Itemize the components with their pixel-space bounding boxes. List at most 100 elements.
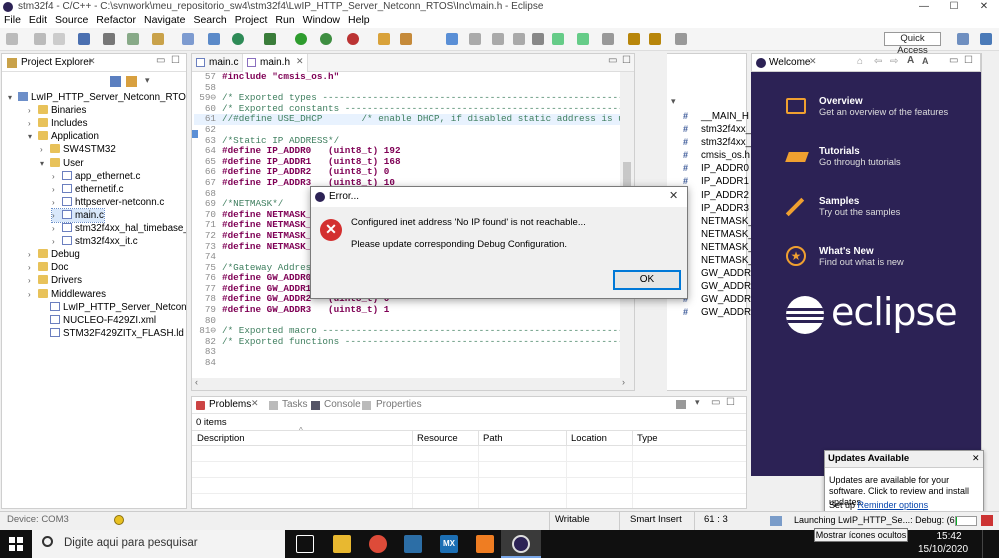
menu-refactor[interactable]: Refactor [92, 14, 140, 27]
minimize-view-icon[interactable]: ▭ [711, 397, 720, 408]
outline-item[interactable]: # stm32f4xx_ [683, 123, 751, 136]
close-window-button[interactable]: ✕ [969, 0, 999, 14]
project-explorer-tab[interactable]: Project Explorer [21, 56, 92, 70]
progress-view-icon[interactable] [770, 516, 782, 526]
run-config-icon[interactable] [320, 33, 332, 45]
search-file-icon[interactable] [400, 33, 412, 45]
tab-console[interactable]: Console [324, 398, 361, 412]
column-type[interactable]: Type [632, 431, 658, 447]
close-tab-icon[interactable]: ✕ [809, 56, 817, 67]
tree-item[interactable]: › Includes [28, 117, 88, 130]
outline-item[interactable]: # IP_ADDR1 [683, 175, 749, 188]
eclipse-taskbar-button[interactable] [501, 530, 541, 558]
updates-close-button[interactable]: ✕ [972, 453, 980, 464]
menu-help[interactable]: Help [344, 14, 374, 27]
new-file-icon[interactable] [208, 33, 220, 45]
tab-main-h[interactable]: main.h ✕ [242, 54, 308, 72]
column-description[interactable]: Description [197, 433, 245, 444]
chrome-icon[interactable] [369, 535, 387, 553]
collapsed-chevron-icon[interactable]: › [28, 274, 38, 287]
forward-arrow-icon[interactable] [675, 33, 687, 45]
new-project-icon[interactable] [152, 33, 164, 45]
tree-item[interactable]: › Doc [28, 261, 68, 274]
menu-search[interactable]: Search [189, 14, 230, 27]
tree-item[interactable]: › Middlewares [28, 288, 106, 301]
cubemx-icon[interactable]: MX [440, 535, 458, 553]
column-location[interactable]: Location [566, 431, 607, 447]
run-icon[interactable] [295, 33, 307, 45]
tree-item[interactable]: › stm32f4xx_hal_timebase_tim.c [52, 222, 186, 235]
tree-item[interactable]: › Drivers [28, 274, 82, 287]
build-all-icon[interactable] [127, 33, 139, 45]
maximize-view-icon[interactable]: ☐ [622, 55, 631, 66]
collapsed-chevron-icon[interactable]: › [28, 248, 38, 261]
outline-item[interactable]: #NETMASK_ [683, 254, 754, 267]
show-desktop-button[interactable] [982, 530, 999, 558]
outline-item[interactable]: #NETMASK_ [683, 215, 754, 228]
reminder-options-link[interactable]: Reminder options [858, 500, 929, 510]
collapsed-chevron-icon[interactable]: › [28, 261, 38, 274]
collapsed-chevron-icon[interactable]: › [28, 104, 38, 117]
dialog-title-bar[interactable]: Error... ✕ [311, 187, 687, 207]
collapsed-chevron-icon[interactable]: › [52, 235, 62, 248]
tree-item[interactable]: › Debug [28, 248, 80, 261]
tree-item[interactable]: STM32F429ZITx_FLASH.ld [40, 327, 184, 340]
clock-date[interactable]: 15/10/2020 [911, 544, 975, 555]
collapsed-chevron-icon[interactable]: › [52, 222, 62, 235]
window-title-bar[interactable]: stm32f4 - C/C++ - C:\svnwork\meu_reposit… [0, 0, 999, 14]
build-settings-icon[interactable] [78, 33, 90, 45]
outline-collapse-icon[interactable]: ▾ [671, 96, 676, 107]
close-tab-icon[interactable]: ✕ [88, 56, 96, 67]
save-icon[interactable] [34, 33, 46, 45]
outline-item[interactable]: # __MAIN_H [683, 110, 749, 123]
back-arrow-icon[interactable] [649, 33, 661, 45]
close-tab-icon[interactable]: ✕ [296, 56, 304, 67]
welcome-tab[interactable]: Welcome [769, 56, 811, 70]
app-icon[interactable] [476, 535, 494, 553]
collapsed-chevron-icon[interactable]: › [52, 170, 62, 183]
menu-project[interactable]: Project [231, 14, 272, 27]
horizontal-scrollbar[interactable]: ‹ › [192, 377, 634, 390]
menu-edit[interactable]: Edit [25, 14, 51, 27]
expanded-chevron-icon[interactable]: ▾ [40, 157, 50, 170]
outline-item[interactable]: # IP_ADDR0 [683, 162, 749, 175]
quick-access-field[interactable]: Quick Access [884, 32, 941, 56]
outline-item[interactable]: # GW_ADDR2 [683, 293, 757, 306]
expanded-chevron-icon[interactable]: ▾ [8, 91, 18, 104]
stm32cubemx-tools-icon[interactable] [404, 535, 422, 553]
tree-item[interactable]: LwIP_HTTP_Server_Netconn_RTOS Debug.laun… [40, 301, 186, 314]
maximize-view-icon[interactable]: ☐ [171, 55, 180, 66]
build-hammer-icon[interactable] [103, 33, 115, 45]
menu-navigate[interactable]: Navigate [140, 14, 189, 27]
cpp-perspective-icon[interactable] [980, 33, 992, 45]
maximize-view-icon[interactable]: ☐ [726, 397, 735, 408]
expanded-chevron-icon[interactable]: ▾ [28, 130, 38, 143]
collapse-all-icon[interactable] [110, 76, 121, 87]
tab-problems[interactable]: Problems [209, 398, 251, 412]
view-menu-icon[interactable]: ▾ [145, 75, 150, 86]
ok-button[interactable]: OK [613, 270, 681, 290]
outline-item[interactable]: #IP_ADDR3 [683, 202, 749, 215]
collapsed-chevron-icon[interactable]: › [52, 196, 62, 209]
tree-item[interactable]: › ethernetif.c [52, 183, 123, 196]
welcome-tutorials[interactable]: Tutorials Go through tutorials [819, 146, 901, 167]
tab-properties[interactable]: Properties [376, 398, 422, 412]
tree-item[interactable]: › main.c [51, 207, 105, 223]
pilcrow-icon[interactable] [513, 33, 525, 45]
updates-notification[interactable]: Updates Available ✕ Updates are availabl… [824, 450, 984, 514]
text-size-increase-icon[interactable]: A [907, 55, 914, 66]
back-icon[interactable] [628, 33, 640, 45]
back-nav-icon[interactable]: ⇦ [874, 56, 882, 67]
collapsed-chevron-icon[interactable]: › [52, 183, 62, 196]
minimize-button[interactable]: — [909, 0, 939, 14]
prev-annotation-icon[interactable] [577, 33, 589, 45]
column-path[interactable]: Path [478, 431, 503, 447]
welcome-samples[interactable]: Samples Try out the samples [819, 196, 900, 217]
skip-breakpoints-icon[interactable] [532, 33, 544, 45]
menu-file[interactable]: File [0, 14, 25, 27]
outline-item[interactable]: # GW_ADDR3 [683, 306, 757, 319]
close-tab-icon[interactable]: ✕ [251, 398, 259, 409]
welcome-whats-new[interactable]: What's New Find out what is new [819, 246, 904, 267]
text-size-decrease-icon[interactable]: A [922, 56, 929, 66]
collapsed-chevron-icon[interactable]: › [40, 143, 50, 156]
